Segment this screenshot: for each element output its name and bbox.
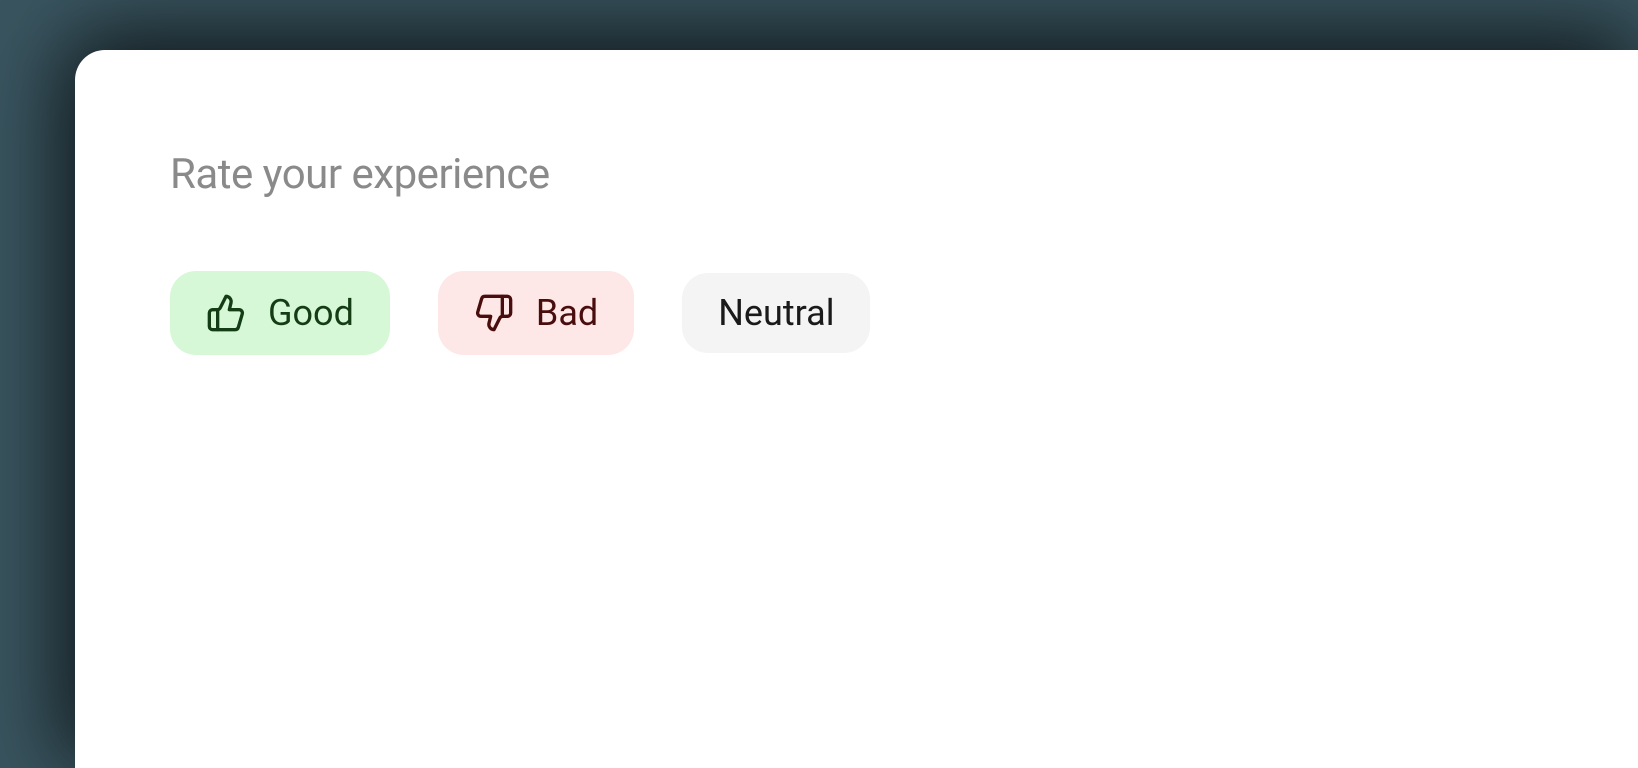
thumbs-down-icon: [474, 293, 514, 333]
bad-chip-label: Bad: [536, 295, 598, 331]
rating-card: Rate your experience Good Bad Neutral: [75, 50, 1638, 768]
neutral-chip[interactable]: Neutral: [682, 273, 870, 353]
rating-chip-group: Good Bad Neutral: [170, 271, 1543, 355]
bad-chip[interactable]: Bad: [438, 271, 634, 355]
good-chip-label: Good: [268, 295, 354, 331]
rating-title: Rate your experience: [170, 150, 1543, 199]
good-chip[interactable]: Good: [170, 271, 390, 355]
neutral-chip-label: Neutral: [718, 295, 834, 331]
thumbs-up-icon: [206, 293, 246, 333]
